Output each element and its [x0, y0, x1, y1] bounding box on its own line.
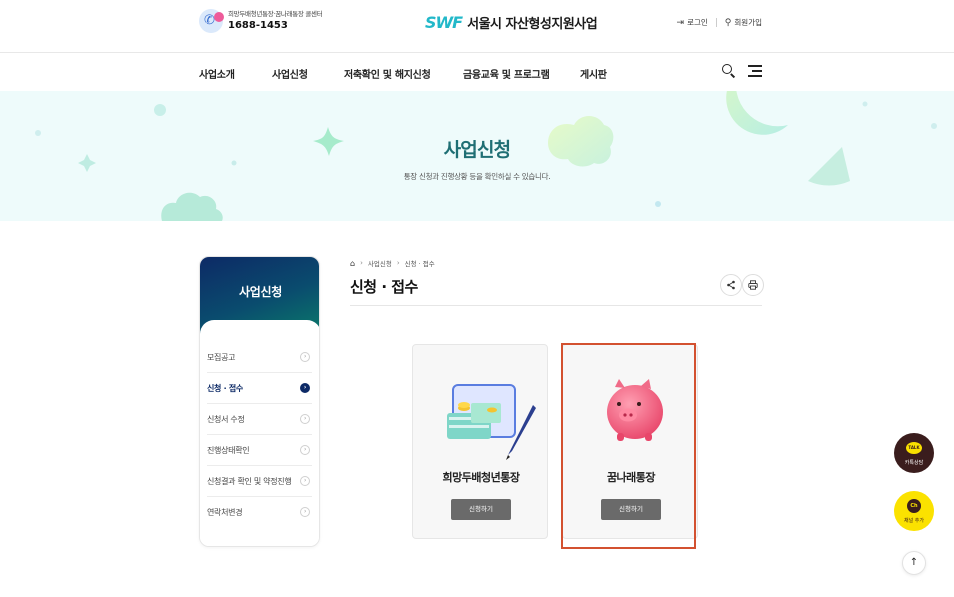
hero-title: 사업신청 [443, 139, 512, 161]
breadcrumb: ⌂ › 사업신청 › 신청 · 접수 [350, 258, 435, 269]
chevron-right-icon: › [300, 414, 310, 424]
sidebar-item-apply[interactable]: 신청 · 접수 › [207, 373, 312, 404]
bankbook-icon [447, 384, 536, 460]
product-card-dream[interactable]: 꿈나래통장 신청하기 [562, 344, 698, 539]
sidebar-item-label: 진행상태확인 [207, 445, 250, 455]
scroll-top-button[interactable]: ↑ [902, 551, 926, 575]
nav-item-intro[interactable]: 사업소개 [199, 66, 235, 81]
sidebar-item-status[interactable]: 진행상태확인 › [207, 435, 312, 466]
breadcrumb-separator: › [360, 259, 363, 267]
utility-divider [715, 18, 717, 27]
breadcrumb-item[interactable]: 사업신청 [368, 258, 392, 268]
utility-menu: ⇥ 로그인 ⚲ 회원가입 [677, 17, 762, 28]
kakao-talk-button[interactable]: TALK 카톡상담 [894, 433, 934, 473]
user-icon: ⚲ [724, 17, 732, 28]
product-card-name: 꿈나래통장 [606, 471, 656, 484]
nav-item-savings[interactable]: 저축확인 및 해지신청 [344, 66, 431, 81]
phone-icon: ✆ [199, 9, 224, 33]
sidebar: 사업신청 모집공고 › 신청 · 접수 › 신청서 수정 › 진행상태확인 › … [199, 256, 320, 547]
kakao-talk-label: 카톡상담 [904, 460, 924, 466]
product-card-name: 희망두배청년통장 [442, 471, 520, 484]
sidebar-menu: 모집공고 › 신청 · 접수 › 신청서 수정 › 진행상태확인 › 신청결과 … [207, 342, 312, 528]
sidebar-item-label: 신청 · 접수 [207, 383, 243, 393]
callcenter-label: 희망두배청년통장·꿈나래통장 콜센터 [228, 9, 323, 18]
title-divider [350, 305, 762, 306]
sidebar-item-label: 연락처변경 [207, 508, 243, 517]
hero-subtitle: 통장 신청과 진행상황 등을 확인하실 수 있습니다. [403, 172, 551, 181]
print-icon[interactable] [742, 274, 764, 296]
sidebar-item-label: 신청결과 확인 및 약정진행 [207, 476, 292, 486]
share-icon[interactable] [720, 274, 742, 296]
piggy-bank-icon [607, 379, 663, 441]
login-icon: ⇥ [676, 17, 685, 28]
nav-item-education[interactable]: 금융교육 및 프로그램 [463, 66, 550, 81]
sidebar-item-contact[interactable]: 연락처변경 › [207, 497, 312, 528]
sidebar-item-label: 신청서 수정 [207, 414, 245, 424]
callcenter-number: 1688-1453 [228, 20, 288, 32]
callcenter-info: ✆ 희망두배청년통장·꿈나래통장 콜센터 1688-1453 [199, 9, 323, 33]
chevron-right-icon: › [300, 352, 310, 362]
sidebar-item-result[interactable]: 신청결과 확인 및 약정진행 › [207, 466, 312, 497]
chevron-right-icon: › [300, 507, 310, 517]
apply-button[interactable]: 신청하기 [451, 499, 511, 520]
logo-mark: SWF [425, 13, 463, 32]
sidebar-item-edit[interactable]: 신청서 수정 › [207, 404, 312, 435]
nav-item-board[interactable]: 게시판 [580, 66, 607, 81]
kakao-channel-button[interactable]: Ch 채널 추가 [894, 491, 934, 531]
site-logo[interactable]: SWF 서울시 자산형성지원사업 [425, 13, 598, 32]
nav-item-apply[interactable]: 사업신청 [272, 66, 308, 81]
signup-label: 회원가입 [734, 18, 762, 27]
product-card-youth[interactable]: 희망두배청년통장 신청하기 [412, 344, 548, 539]
breadcrumb-item[interactable]: 신청 · 접수 [405, 258, 435, 268]
page-tools [720, 274, 764, 296]
hero-banner: 사업신청 통장 신청과 진행상황 등을 확인하실 수 있습니다. [0, 91, 954, 221]
top-header: ✆ 희망두배청년통장·꿈나래통장 콜센터 1688-1453 SWF 서울시 자… [0, 0, 954, 52]
menu-icon[interactable] [748, 65, 762, 77]
chevron-right-icon: › [300, 445, 310, 455]
breadcrumb-separator: › [396, 259, 400, 267]
logo-text: 서울시 자산형성지원사업 [467, 17, 598, 32]
chevron-right-icon: › [300, 383, 310, 393]
sidebar-item-notice[interactable]: 모집공고 › [207, 342, 312, 373]
sidebar-title: 사업신청 [239, 285, 282, 299]
home-icon[interactable]: ⌂ [350, 259, 355, 268]
login-link[interactable]: ⇥ 로그인 [677, 17, 708, 28]
login-label: 로그인 [687, 18, 708, 27]
kakao-talk-icon: TALK [906, 442, 922, 454]
search-icon[interactable] [722, 64, 736, 78]
main-nav: 사업소개 사업신청 저축확인 및 해지신청 금융교육 및 프로그램 게시판 [0, 53, 954, 91]
apply-button[interactable]: 신청하기 [601, 499, 661, 520]
page-title: 신청 · 접수 [350, 278, 418, 296]
chevron-right-icon: › [300, 476, 310, 486]
sidebar-item-label: 모집공고 [207, 352, 236, 362]
signup-link[interactable]: ⚲ 회원가입 [725, 17, 762, 28]
kakao-channel-icon: Ch [907, 499, 921, 513]
kakao-channel-label: 채널 추가 [904, 518, 924, 524]
